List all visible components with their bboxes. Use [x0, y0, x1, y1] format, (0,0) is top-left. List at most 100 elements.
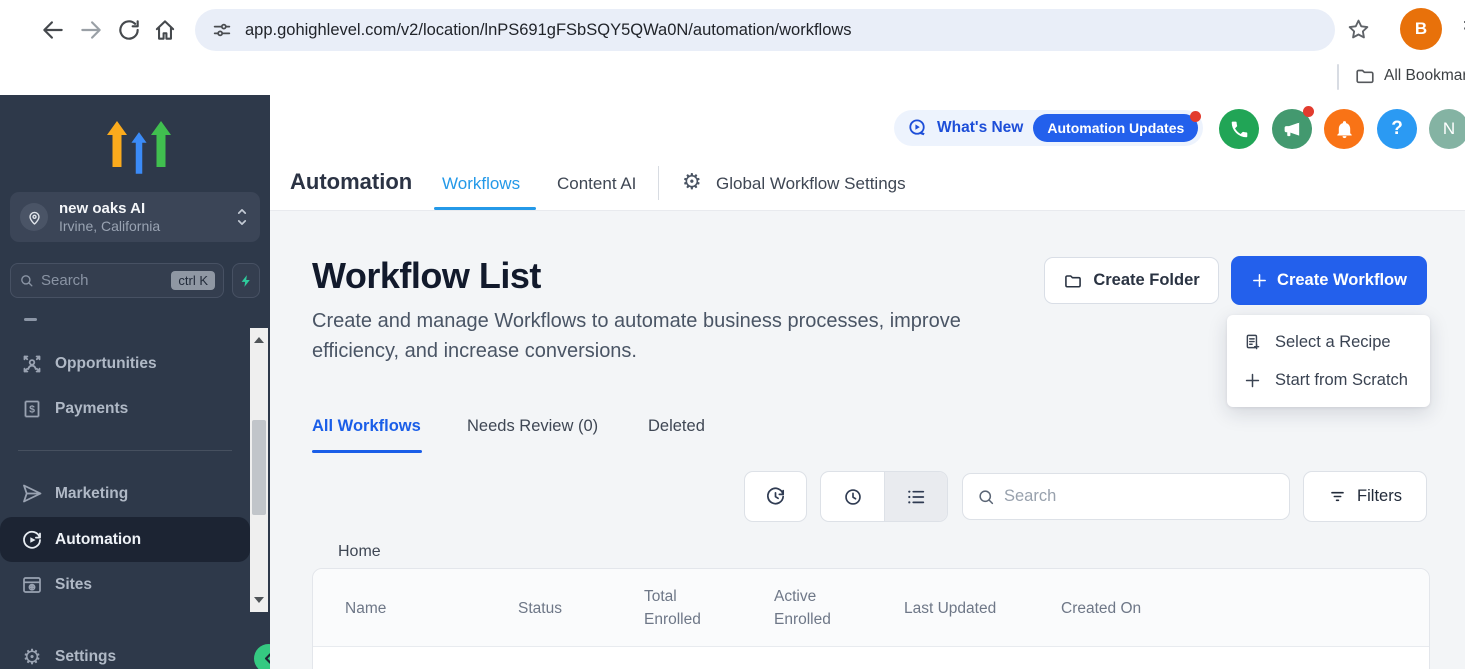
search-icon: [977, 488, 995, 506]
notifications-button[interactable]: [1324, 109, 1364, 149]
url-text: app.gohighlevel.com/v2/location/lnPS691g…: [245, 21, 852, 40]
phone-icon: [1229, 119, 1250, 140]
scroll-up-arrow[interactable]: [254, 337, 264, 343]
back-icon[interactable]: [40, 17, 66, 43]
browser-menu-icon[interactable]: ⋮: [1456, 18, 1465, 42]
global-workflow-settings-link[interactable]: Global Workflow Settings: [716, 174, 906, 194]
all-bookmarks-label[interactable]: All Bookmarks: [1384, 67, 1465, 85]
active-tab-underline: [434, 207, 536, 210]
location-pin-icon: [20, 203, 48, 231]
avatar-initial: N: [1443, 119, 1455, 139]
phone-button[interactable]: [1219, 109, 1259, 149]
help-button[interactable]: ?: [1377, 109, 1417, 149]
sidebar-item-label: Automation: [55, 531, 141, 549]
partial-nav-item: [24, 318, 37, 321]
tab-deleted[interactable]: Deleted: [648, 417, 705, 436]
reload-icon[interactable]: [116, 17, 142, 43]
forward-icon[interactable]: [78, 17, 104, 43]
search-icon: [19, 273, 34, 288]
menu-item-select-recipe[interactable]: Select a Recipe: [1227, 323, 1430, 361]
column-header-active-enrolled: Active Enrolled: [774, 569, 858, 647]
whats-new-label[interactable]: What's New: [937, 119, 1023, 137]
history-clock-icon: [764, 485, 787, 508]
sidebar-item-payments[interactable]: $ Payments: [0, 387, 250, 431]
create-folder-button[interactable]: Create Folder: [1044, 257, 1219, 304]
active-inner-tab-underline: [312, 450, 422, 453]
create-workflow-button[interactable]: Create Workflow: [1231, 256, 1427, 305]
bell-icon: [1334, 119, 1355, 140]
sidebar-item-sites[interactable]: Sites: [0, 563, 250, 607]
plus-icon: [1251, 272, 1268, 289]
global-settings-gear-icon: ⚙: [682, 171, 702, 195]
chevron-up-down-icon: [234, 206, 250, 228]
sidebar-item-label: Settings: [55, 648, 116, 666]
question-mark-glyph: ?: [1391, 118, 1403, 140]
account-name: new oaks AI: [59, 200, 234, 218]
account-location: Irvine, California: [59, 218, 234, 235]
search-shortcut-badge: ctrl K: [171, 271, 215, 290]
main-content: Workflow List Create and manage Workflow…: [270, 211, 1465, 669]
whats-new-pill[interactable]: What's New Automation Updates: [894, 110, 1203, 146]
svg-text:$: $: [29, 403, 35, 415]
tab-workflows[interactable]: Workflows: [442, 174, 520, 194]
recent-view-button[interactable]: [821, 472, 884, 521]
browser-profile-avatar[interactable]: B: [1400, 8, 1442, 50]
workflow-list-subtitle: Create and manage Workflows to automate …: [312, 306, 1022, 366]
site-settings-icon[interactable]: [211, 19, 233, 41]
workflow-search[interactable]: [962, 473, 1290, 520]
megaphone-icon: [1282, 119, 1303, 140]
folder-icon: [1063, 271, 1083, 291]
create-workflow-menu: Select a Recipe Start from Scratch: [1227, 315, 1430, 407]
marketing-icon: [20, 482, 44, 506]
sidebar-item-marketing[interactable]: Marketing: [0, 472, 250, 516]
whats-new-icon: [906, 117, 929, 140]
sidebar-collapse-button[interactable]: [254, 644, 270, 669]
sidebar-scrollbar[interactable]: [250, 328, 268, 612]
sidebar-item-opportunities[interactable]: Opportunities: [0, 342, 250, 386]
user-avatar[interactable]: N: [1429, 109, 1465, 149]
bookmark-star-icon[interactable]: [1346, 17, 1371, 42]
column-header-total-enrolled: Total Enrolled: [644, 569, 728, 647]
sidebar-item-settings[interactable]: ⚙ Settings: [0, 635, 250, 669]
sidebar-item-automation[interactable]: Automation: [0, 517, 250, 562]
tab-needs-review[interactable]: Needs Review (0): [467, 417, 598, 436]
sidebar-item-label: Payments: [55, 400, 128, 418]
automation-updates-badge[interactable]: Automation Updates: [1033, 114, 1198, 142]
address-bar[interactable]: app.gohighlevel.com/v2/location/lnPS691g…: [195, 9, 1335, 51]
execution-logs-button[interactable]: [744, 471, 807, 522]
column-header-created-on: Created On: [1061, 569, 1141, 647]
chevron-left-icon: [262, 652, 270, 665]
home-icon[interactable]: [152, 17, 178, 43]
sidebar-search[interactable]: ctrl K: [10, 263, 224, 298]
account-switcher[interactable]: new oaks AI Irvine, California: [10, 192, 260, 242]
sidebar-search-input[interactable]: [41, 272, 141, 289]
bookmarks-folder-icon[interactable]: [1354, 65, 1376, 87]
breadcrumb-home[interactable]: Home: [338, 543, 381, 561]
announcements-button[interactable]: [1272, 109, 1312, 149]
column-header-name: Name: [345, 569, 386, 647]
tab-all-workflows[interactable]: All Workflows: [312, 417, 421, 436]
workflow-search-input[interactable]: [1004, 487, 1254, 506]
quick-actions-button[interactable]: [232, 263, 260, 298]
sidebar-item-label: Marketing: [55, 485, 128, 503]
gohighlevel-logo: [106, 119, 172, 175]
clock-icon: [842, 486, 864, 508]
scrollbar-thumb[interactable]: [252, 420, 266, 515]
scroll-down-arrow[interactable]: [254, 597, 264, 603]
bookmarks-bar: All Bookmarks: [0, 58, 1465, 95]
menu-item-start-from-scratch[interactable]: Start from Scratch: [1227, 361, 1430, 399]
header-divider: [658, 166, 659, 200]
automation-icon: [20, 528, 44, 552]
gear-icon: ⚙: [20, 645, 44, 669]
plus-icon: [1243, 371, 1262, 390]
list-icon: [905, 486, 927, 508]
app-header: What's New Automation Updates ? N Automa…: [270, 95, 1465, 211]
page-title: Automation: [290, 169, 412, 195]
filters-button[interactable]: Filters: [1303, 471, 1427, 522]
tab-content-ai[interactable]: Content AI: [557, 174, 636, 194]
announcements-notification-dot: [1303, 106, 1314, 117]
browser-toolbar: app.gohighlevel.com/v2/location/lnPS691g…: [0, 0, 1465, 58]
workflow-table: Name Status Total Enrolled Active Enroll…: [312, 568, 1430, 669]
list-view-button[interactable]: [884, 472, 947, 521]
table-header-row: Name Status Total Enrolled Active Enroll…: [313, 569, 1429, 647]
